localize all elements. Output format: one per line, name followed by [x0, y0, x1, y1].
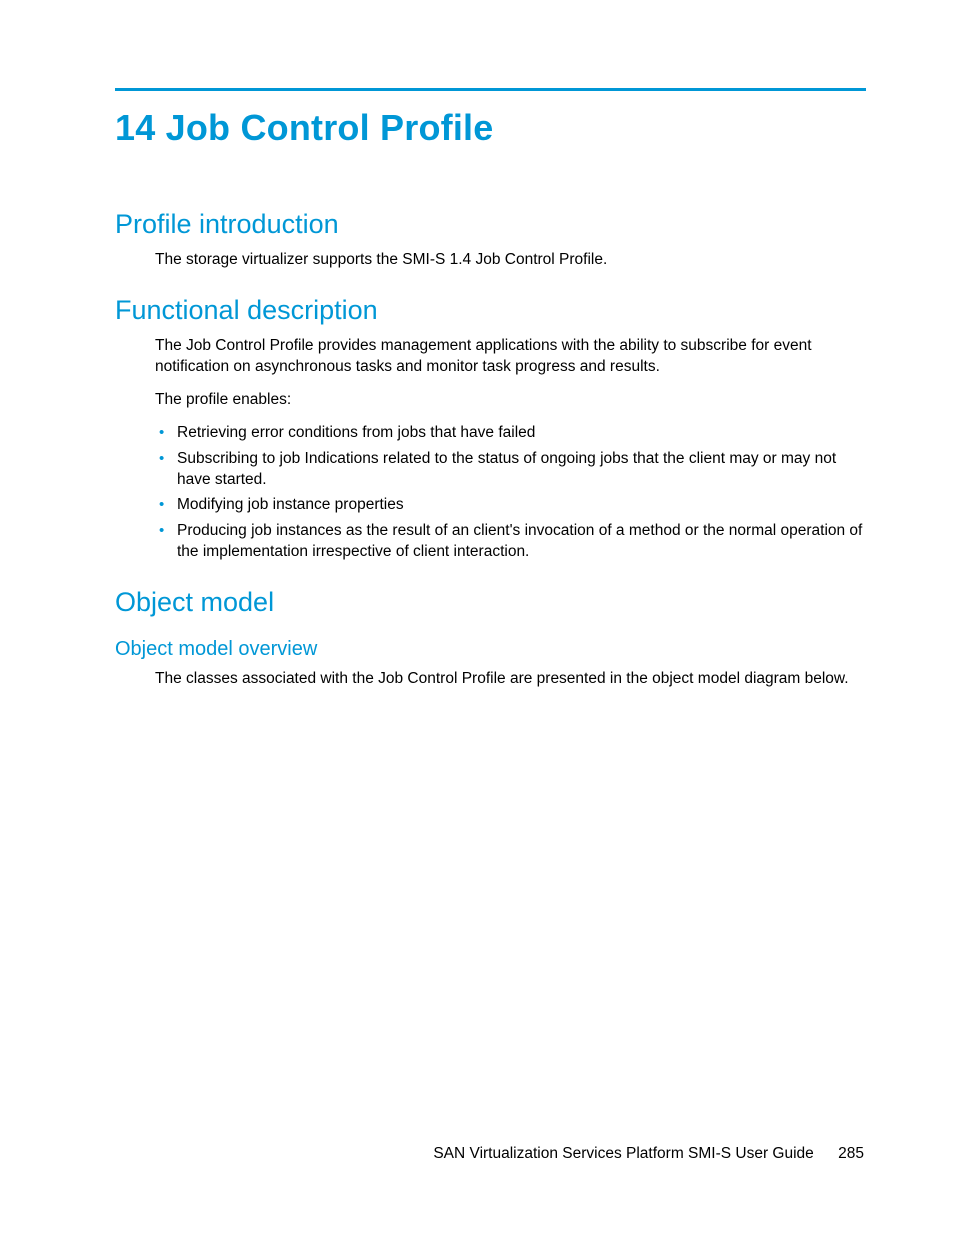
- object-model-overview-body: The classes associated with the Job Cont…: [155, 669, 866, 690]
- footer-page-number: 285: [838, 1145, 864, 1162]
- top-rule: [115, 88, 866, 91]
- subsection-object-model-overview-heading: Object model overview: [115, 638, 866, 661]
- functional-description-body-1: The Job Control Profile provides managem…: [155, 336, 866, 378]
- list-item: Modifying job instance properties: [155, 495, 866, 516]
- profile-introduction-body: The storage virtualizer supports the SMI…: [155, 250, 866, 271]
- list-item: Retrieving error conditions from jobs th…: [155, 423, 866, 444]
- list-item: Subscribing to job Indications related t…: [155, 449, 866, 491]
- section-object-model-heading: Object model: [115, 587, 866, 618]
- footer-doc-title: SAN Virtualization Services Platform SMI…: [433, 1145, 813, 1162]
- chapter-title: 14 Job Control Profile: [115, 107, 866, 149]
- list-item: Producing job instances as the result of…: [155, 521, 866, 563]
- page-footer: SAN Virtualization Services Platform SMI…: [433, 1145, 864, 1163]
- functional-description-body-2: The profile enables:: [155, 390, 866, 411]
- page-content: 14 Job Control Profile Profile introduct…: [0, 0, 954, 690]
- section-functional-description-heading: Functional description: [115, 295, 866, 326]
- section-profile-introduction-heading: Profile introduction: [115, 209, 866, 240]
- functional-description-bullets: Retrieving error conditions from jobs th…: [155, 423, 866, 564]
